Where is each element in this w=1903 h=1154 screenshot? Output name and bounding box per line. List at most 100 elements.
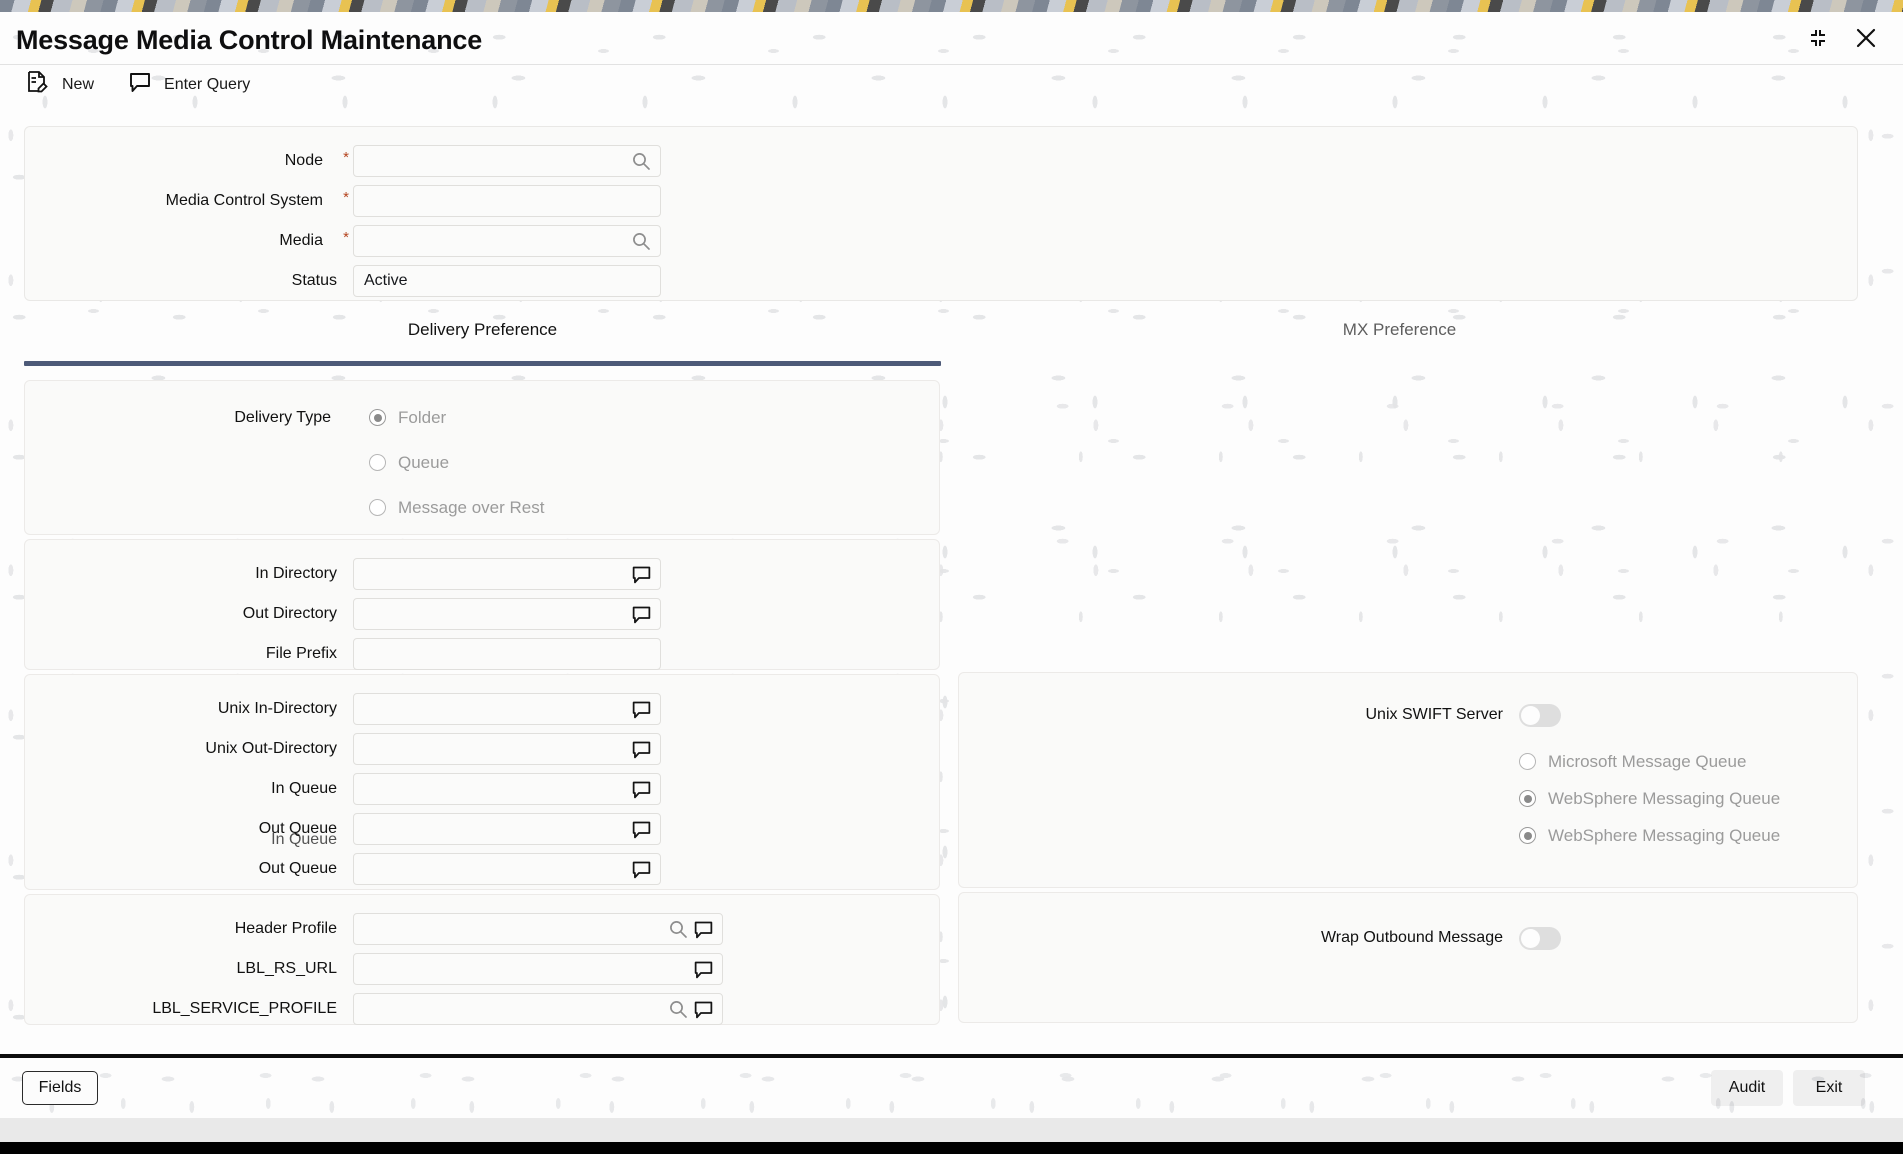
speech-bubble-icon[interactable] <box>692 918 714 940</box>
search-icon[interactable] <box>630 230 652 252</box>
node-input[interactable] <box>353 145 661 177</box>
radio-icon-websphere-messaging-queue-1 <box>1519 790 1536 807</box>
unix-swift-server-toggle[interactable] <box>1519 703 1561 727</box>
fields-button[interactable]: Fields <box>22 1071 98 1105</box>
speech-bubble-icon[interactable] <box>692 998 714 1020</box>
toolbar: New Enter Query <box>0 64 1903 104</box>
exit-button[interactable]: Exit <box>1793 1070 1865 1106</box>
unix-in-directory-input[interactable] <box>353 693 661 725</box>
toolbar-item-new[interactable]: New <box>24 69 94 100</box>
right-column-spacer <box>958 380 1858 672</box>
label-out-directory: Out Directory <box>242 605 337 622</box>
header-form-card: Node * Media Control System * Media * St… <box>24 126 1858 301</box>
input-wrap-media-control-system <box>353 185 661 217</box>
speech-bubble-icon[interactable] <box>630 818 652 840</box>
footer-right-actions: Audit Exit <box>1711 1070 1865 1106</box>
radio-row-message-over-rest: Message over Rest <box>25 485 939 530</box>
in-directory-input[interactable] <box>353 558 661 590</box>
label-file-prefix: File Prefix <box>265 645 337 662</box>
field-row-header-profile: Header Profile <box>25 909 939 949</box>
speech-bubble-icon[interactable] <box>630 563 652 585</box>
radio-icon-microsoft-message-queue <box>1519 753 1536 770</box>
status-input[interactable] <box>353 265 661 297</box>
input-wrap-unix-out-directory <box>353 733 661 765</box>
radio-option-folder[interactable]: Folder <box>369 408 446 428</box>
unix-out-directory-input[interactable] <box>353 733 661 765</box>
search-icon[interactable] <box>667 918 689 940</box>
field-row-status: Status <box>25 261 1857 301</box>
speech-bubble-icon[interactable] <box>692 958 714 980</box>
toolbar-item-enter-query[interactable]: Enter Query <box>128 70 250 99</box>
radio-label-folder: Folder <box>398 407 447 427</box>
audit-button[interactable]: Audit <box>1711 1070 1783 1106</box>
decorative-wallpaper-strip <box>0 0 1903 12</box>
label-in-directory: In Directory <box>255 565 337 582</box>
radio-label-microsoft-message-queue: Microsoft Message Queue <box>1548 751 1747 771</box>
label-delivery-type: Delivery Type <box>234 408 331 426</box>
tab-delivery-preference[interactable]: Delivery Preference <box>24 312 941 366</box>
new-document-icon <box>24 69 50 100</box>
speech-bubble-icon[interactable] <box>630 698 652 720</box>
search-icon[interactable] <box>630 150 652 172</box>
radio-option-websphere-messaging-queue-1[interactable]: WebSphere Messaging Queue <box>1519 789 1780 809</box>
application-window: Message Media Control Maintenance New En… <box>0 12 1903 1154</box>
radio-icon-message-over-rest <box>369 499 386 516</box>
delivery-type-panel: Delivery Type Folder Queue Message over … <box>24 380 940 535</box>
field-row-media-control-system: Media Control System * <box>25 181 1857 221</box>
label-unix-in-directory: Unix In-Directory <box>217 700 337 717</box>
search-icon[interactable] <box>667 998 689 1020</box>
radio-option-websphere-messaging-queue-2[interactable]: WebSphere Messaging Queue <box>1519 826 1780 846</box>
radio-row-queue: Queue <box>25 440 939 485</box>
radio-option-message-over-rest[interactable]: Message over Rest <box>369 498 544 518</box>
media-input[interactable] <box>353 225 661 257</box>
field-row-file-prefix: File Prefix <box>25 634 939 674</box>
file-prefix-input[interactable] <box>353 638 661 670</box>
wrap-outbound-message-toggle[interactable] <box>1519 926 1561 950</box>
input-wrap-in-queue <box>353 773 661 805</box>
field-row-out-queue: Out Queue <box>25 849 939 889</box>
swift-server-panel: Unix SWIFT Server Microsoft Message Queu… <box>958 672 1858 888</box>
label-media: Media * <box>279 229 349 249</box>
collapse-corners-icon[interactable] <box>1805 25 1831 51</box>
field-row-media: Media * <box>25 221 1857 261</box>
radio-row-websphere-messaging-queue-2: WebSphere Messaging Queue <box>959 817 1857 854</box>
wrap-outbound-panel: Wrap Outbound Message <box>958 892 1858 1023</box>
input-wrap-status <box>353 265 661 297</box>
field-row-out-queue-overlapped: Out Queue In Queue <box>25 809 939 849</box>
speech-bubble-icon[interactable] <box>630 778 652 800</box>
label-header-profile: Header Profile <box>234 920 337 937</box>
required-asterisk: * <box>343 189 349 206</box>
in-queue-input[interactable] <box>353 773 661 805</box>
close-icon[interactable] <box>1853 25 1879 51</box>
field-row-in-directory: In Directory <box>25 554 939 594</box>
directory-panel: In Directory Out Directory File Prefix <box>24 539 940 670</box>
delivery-preference-right-column: Unix SWIFT Server Microsoft Message Queu… <box>958 380 1858 1027</box>
speech-bubble-icon[interactable] <box>630 603 652 625</box>
radio-option-microsoft-message-queue[interactable]: Microsoft Message Queue <box>1519 752 1746 772</box>
out-queue-input-2[interactable] <box>353 853 661 885</box>
toggle-row-unix-swift-server: Unix SWIFT Server <box>959 687 1857 743</box>
speech-bubble-icon[interactable] <box>630 738 652 760</box>
toggle-row-wrap-outbound-message: Wrap Outbound Message <box>959 907 1857 969</box>
input-wrap-lbl-service-profile <box>353 993 723 1025</box>
label-unix-swift-server: Unix SWIFT Server <box>1365 706 1504 723</box>
input-wrap-node <box>353 145 661 177</box>
lbl-rs-url-input[interactable] <box>353 953 723 985</box>
status-bar <box>0 1118 1903 1142</box>
radio-row-microsoft-message-queue: Microsoft Message Queue <box>959 743 1857 780</box>
speech-bubble-icon <box>128 70 152 99</box>
tab-bar: Delivery Preference MX Preference <box>24 312 1858 366</box>
speech-bubble-icon[interactable] <box>630 858 652 880</box>
out-directory-input[interactable] <box>353 598 661 630</box>
label-media-control-system: Media Control System * <box>165 189 349 209</box>
tab-mx-preference[interactable]: MX Preference <box>941 312 1858 360</box>
field-row-lbl-service-profile: LBL_SERVICE_PROFILE <box>25 989 939 1029</box>
required-asterisk: * <box>343 229 349 246</box>
radio-option-queue[interactable]: Queue <box>369 453 449 473</box>
radio-label-message-over-rest: Message over Rest <box>398 497 545 517</box>
title-bar: Message Media Control Maintenance <box>0 12 1903 64</box>
out-queue-input-1[interactable] <box>353 813 661 845</box>
label-out-queue-2: Out Queue <box>258 860 337 877</box>
media-control-system-input[interactable] <box>353 185 661 217</box>
input-wrap-lbl-rs-url <box>353 953 723 985</box>
